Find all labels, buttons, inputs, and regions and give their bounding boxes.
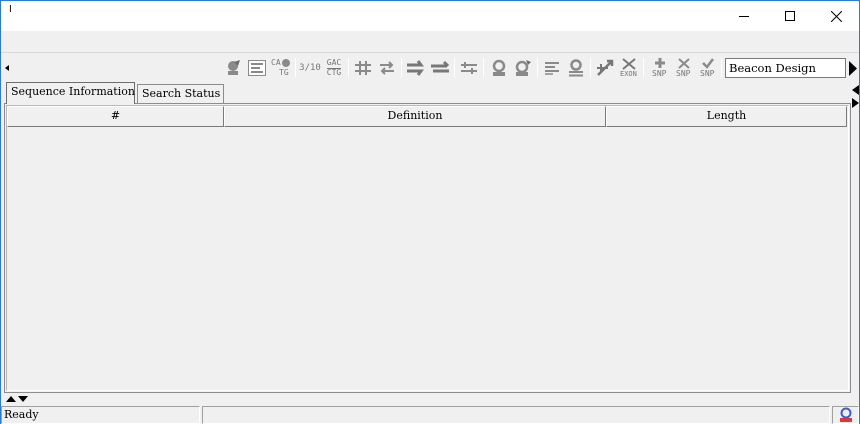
probe-edit-icon[interactable] (512, 57, 534, 79)
ratio-label: 3/10 (299, 63, 321, 73)
status-bar: Ready (1, 404, 859, 424)
table-header: # Definition Length (7, 106, 847, 127)
probe-icon[interactable] (488, 57, 510, 79)
ca-tg-icon[interactable]: CA TG (270, 57, 292, 79)
application-window: I CA TG 3/10 GAC CTG EXON SNP SNP SNP Be… (0, 0, 860, 424)
window-title: I (9, 4, 12, 15)
snp-add-icon[interactable]: SNP (648, 57, 670, 79)
tg-label: TG (279, 68, 289, 77)
toolbar-separator (590, 58, 591, 77)
ratio-icon[interactable]: 3/10 (299, 57, 321, 79)
status-middle (202, 406, 830, 424)
toolbar-scroll-left-icon[interactable] (4, 64, 10, 72)
probe-status-icon (839, 407, 852, 422)
toolbar-separator (454, 58, 455, 77)
company-combo[interactable]: Beacon Design (725, 58, 846, 78)
maximize-icon (785, 11, 795, 21)
snp-check-icon[interactable]: SNP (696, 57, 718, 79)
column-header-length[interactable]: Length (606, 106, 847, 127)
toolbar-separator (348, 58, 349, 77)
snp-label: SNP (676, 69, 691, 78)
minimize-button[interactable] (721, 1, 767, 31)
toolbar-separator (483, 58, 484, 77)
toolbar-separator (721, 58, 722, 77)
tab-strip: Sequence Information Search Status (1, 81, 851, 104)
sequence-table-panel: # Definition Length (4, 103, 851, 393)
cut-icon[interactable] (594, 57, 616, 79)
gac-ctg-icon[interactable]: GAC CTG (323, 57, 345, 79)
exon-delete-icon[interactable]: EXON (618, 57, 640, 79)
alignment-view-icon[interactable] (246, 57, 268, 79)
toolbar-scroll-right-icon[interactable] (848, 60, 858, 77)
maximize-button[interactable] (767, 1, 813, 31)
toolbar-separator (295, 58, 296, 77)
gac-label: GAC (326, 58, 342, 67)
reverse-arrows-icon[interactable] (429, 57, 451, 79)
title-bar[interactable]: I (1, 1, 859, 31)
tab-search-status[interactable]: Search Status (137, 84, 224, 103)
menu-band (1, 31, 859, 53)
snp-label: SNP (652, 69, 667, 78)
status-text: Ready (1, 406, 200, 424)
close-button[interactable] (813, 1, 859, 31)
ca-label: CA (271, 58, 281, 67)
snp-label: SNP (700, 69, 715, 78)
toolbar-separator (401, 58, 402, 77)
snp-delete-icon[interactable]: SNP (672, 57, 694, 79)
toolbar-separator (643, 58, 644, 77)
tab-scroll-arrows-icon[interactable] (851, 84, 860, 110)
swap-arrows-icon[interactable] (352, 57, 374, 79)
toolbar-separator (537, 58, 538, 77)
ctg-label: CTG (326, 68, 342, 77)
exon-label: EXON (620, 70, 637, 78)
column-header-definition[interactable]: Definition (224, 106, 606, 127)
primer-search-icon[interactable] (222, 57, 244, 79)
filter-arrows-icon[interactable] (458, 57, 480, 79)
tab-sequence-information[interactable]: Sequence Information (6, 82, 135, 104)
align-left-icon[interactable] (541, 57, 563, 79)
close-icon (830, 10, 842, 22)
column-header-number[interactable]: # (7, 106, 224, 127)
sequence-table-body[interactable] (6, 105, 849, 391)
forward-arrows-icon[interactable] (405, 57, 427, 79)
exchange-arrows-icon[interactable] (376, 57, 398, 79)
splitter-arrows-icon[interactable] (5, 394, 31, 403)
probe-base-icon[interactable] (565, 57, 587, 79)
status-icon-cell[interactable] (832, 406, 859, 424)
minimize-icon (739, 16, 749, 17)
